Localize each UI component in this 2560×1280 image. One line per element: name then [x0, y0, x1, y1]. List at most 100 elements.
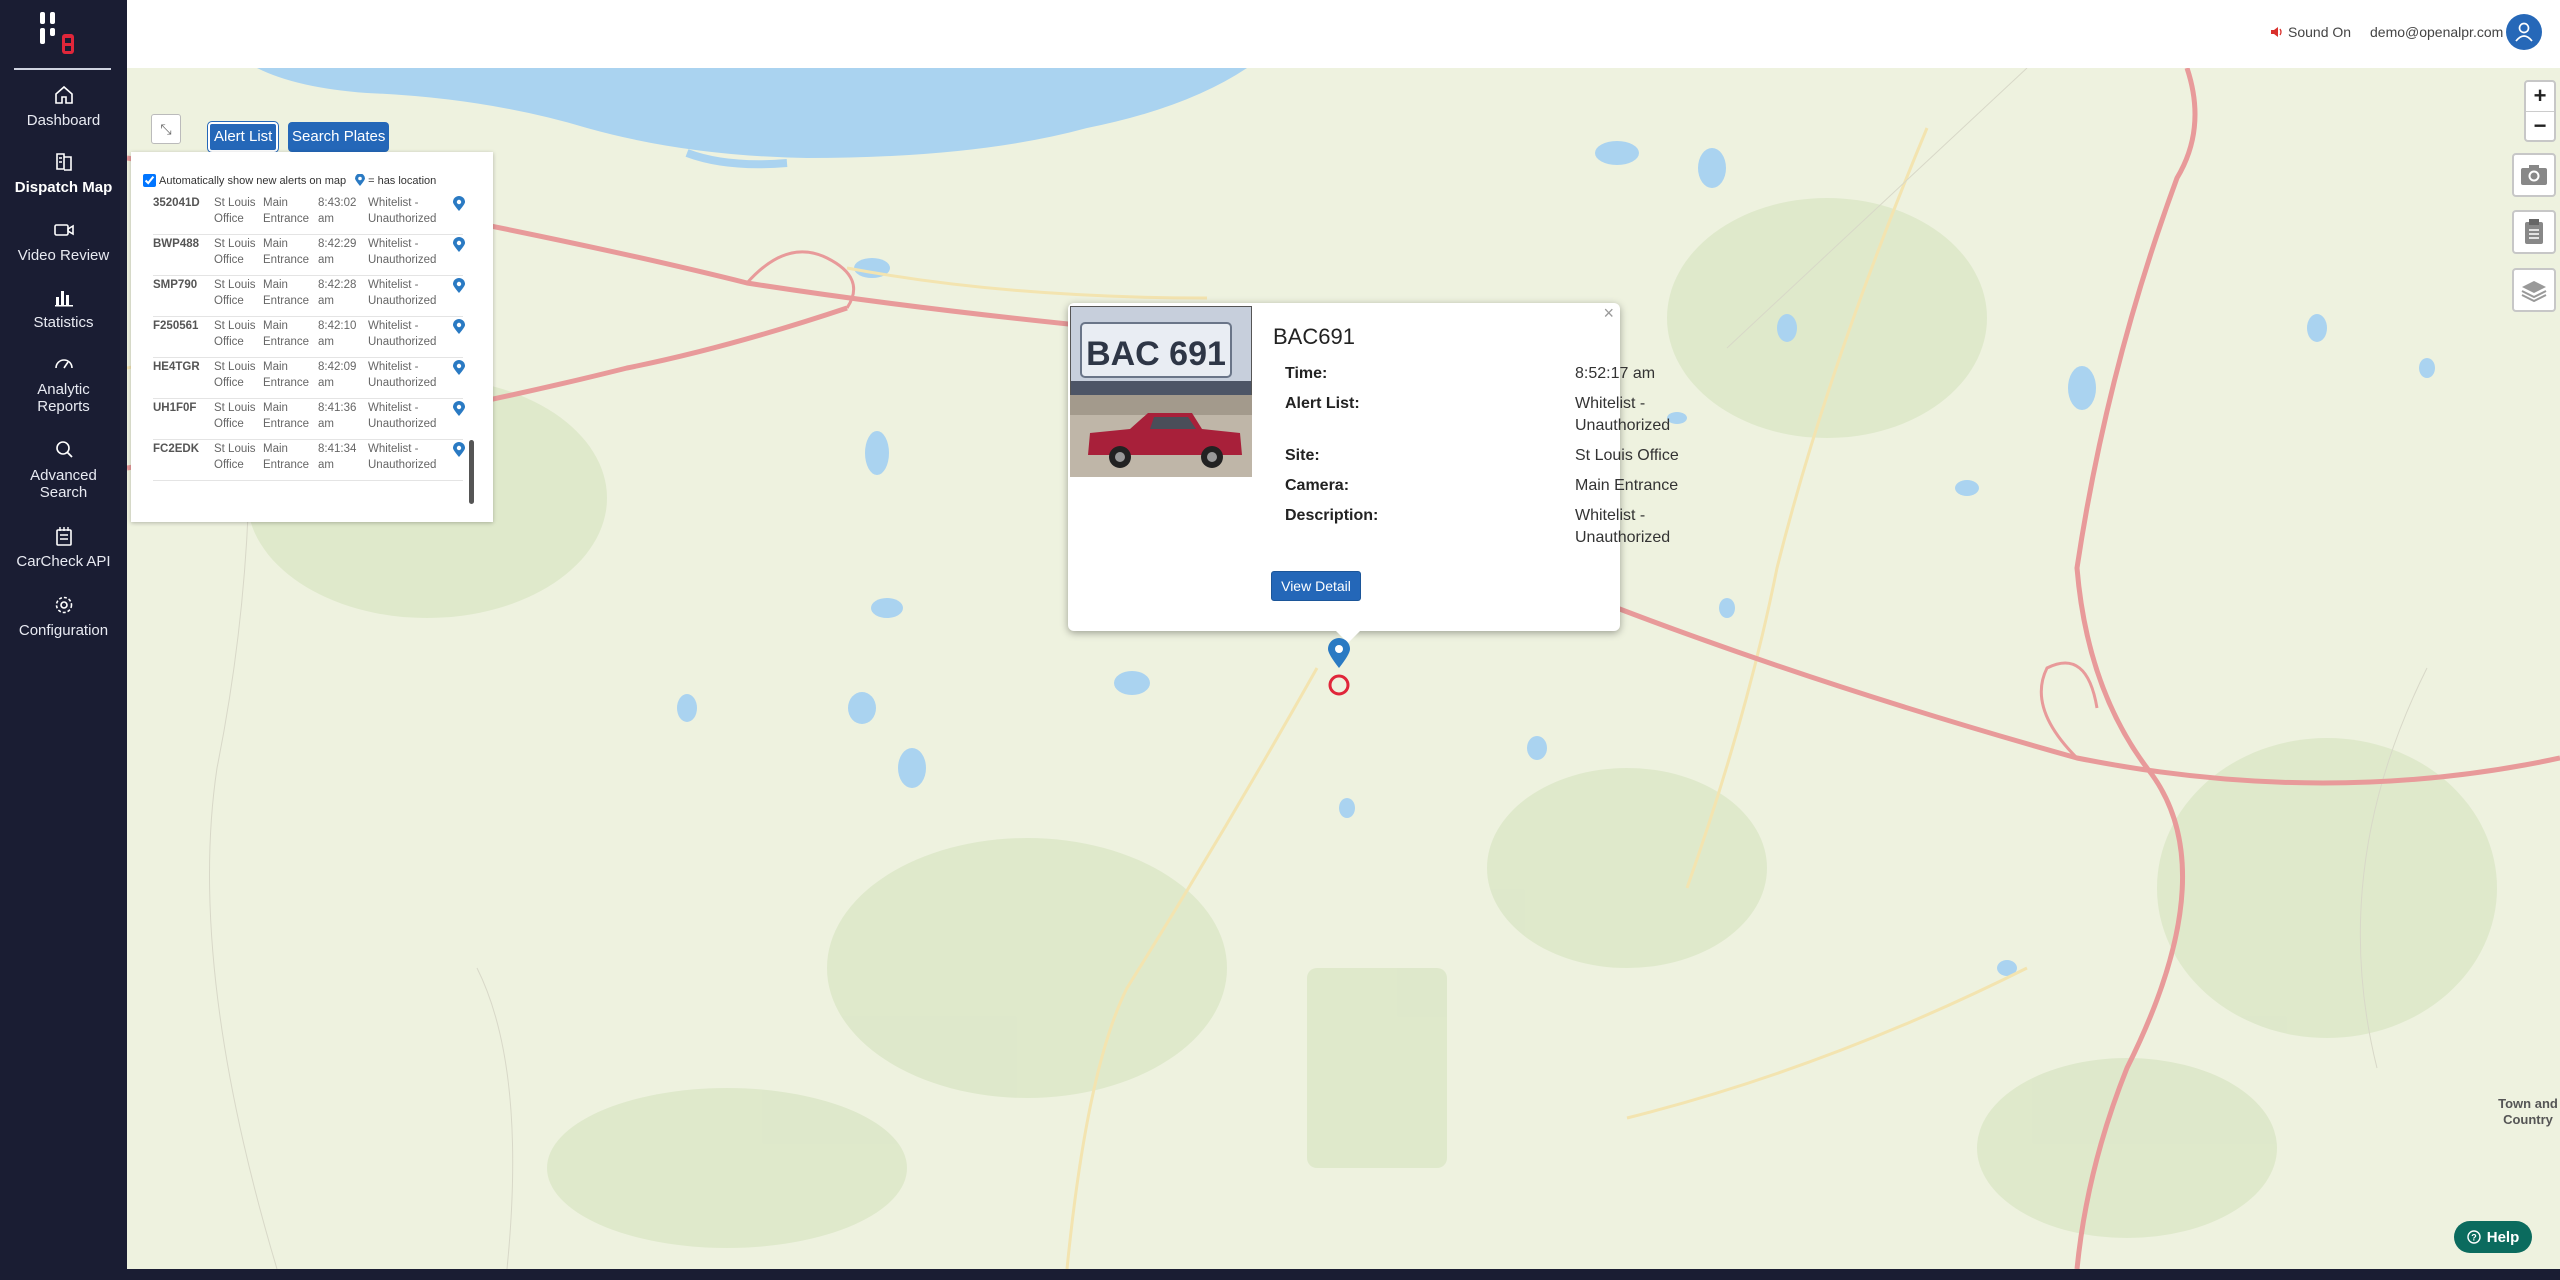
layers-button[interactable]	[2512, 268, 2556, 312]
tab-search-plates[interactable]: Search Plates	[288, 122, 390, 152]
app: Dashboard Dispatch Map Video Review Stat…	[0, 0, 2560, 1280]
alert-time: 8:41:34 am	[318, 443, 357, 471]
sidebar-item-advanced-search[interactable]: Advanced Search	[0, 439, 127, 501]
alert-list-name: Whitelist - Unauthorized	[368, 402, 437, 430]
help-button[interactable]: ? Help	[2454, 1221, 2532, 1253]
alert-list-name: Whitelist - Unauthorized	[368, 443, 437, 471]
alert-list-name: Whitelist - Unauthorized	[368, 279, 437, 307]
sidebar-item-analytic-reports[interactable]: Analytic Reports	[0, 353, 127, 415]
alert-list-item[interactable]: SMP790 St Louis Office Main Entrance 8:42:2…	[153, 276, 465, 317]
alert-plate: F250561	[153, 320, 199, 332]
vehicle-image	[1070, 395, 1252, 477]
location-pin-icon[interactable]	[453, 401, 465, 422]
alert-plate: SMP790	[153, 279, 198, 291]
alert-time: 8:42:29 am	[318, 238, 357, 266]
location-pin-icon[interactable]	[453, 278, 465, 299]
map-place-label: Town and Country	[2498, 1096, 2558, 1127]
plate-crop-text: BAC 691	[1086, 335, 1226, 373]
alert-plate: UH1F0F	[153, 402, 197, 414]
alert-list-name: Whitelist - Unauthorized	[368, 361, 437, 389]
location-pin-icon[interactable]	[453, 360, 465, 381]
auto-show-checkbox[interactable]	[143, 174, 156, 187]
sidebar-divider	[14, 68, 111, 70]
sidebar-item-label: Dashboard	[26, 112, 101, 129]
alert-camera: Main Entrance	[263, 443, 310, 471]
alert-detail-popup: × BAC 691 BAC691 Time: 8:52:17 am Alert …	[1068, 303, 1679, 643]
alert-site: St Louis Office	[214, 279, 256, 307]
report-layer-button[interactable]	[2512, 210, 2556, 254]
sidebar-item-label: Analytic Reports	[37, 381, 90, 415]
alert-camera: Main Entrance	[263, 197, 310, 225]
alert-site: St Louis Office	[214, 238, 256, 266]
time-value: 8:52:17 am	[1575, 365, 1656, 382]
svg-text:?: ?	[2471, 1233, 2477, 1243]
time-label: Time:	[1285, 365, 1328, 382]
map-icon	[55, 153, 72, 171]
auto-show-label: Automatically show new alerts on map	[159, 174, 347, 187]
alert-list-value: Whitelist - Unauthorized	[1575, 395, 1671, 434]
alert-list-name: Whitelist - Unauthorized	[368, 238, 437, 266]
alert-plate: HE4TGR	[153, 361, 200, 373]
user-email: demo@openalpr.com	[2370, 24, 2504, 40]
alert-list-item[interactable]: HE4TGR St Louis Office Main Entrance 8:42:0…	[153, 358, 465, 399]
zoom-control: + −	[2524, 80, 2556, 142]
has-location-label: = has location	[368, 174, 437, 187]
plate-crop-image: BAC 691	[1070, 306, 1252, 396]
alert-site: St Louis Office	[214, 361, 256, 389]
close-popup-button[interactable]: ×	[1603, 303, 1614, 324]
alert-site: St Louis Office	[214, 443, 256, 471]
location-pin-icon	[355, 174, 366, 186]
openalpr-logo[interactable]	[36, 10, 88, 56]
home-icon	[54, 85, 73, 104]
alert-list-item[interactable]: BWP488 St Louis Office Main Entrance 8:42:2…	[153, 235, 465, 276]
location-pin-icon[interactable]	[453, 196, 465, 217]
view-detail-button[interactable]: View Detail	[1271, 571, 1361, 601]
alert-site: St Louis Office	[214, 197, 256, 225]
tab-alert-list[interactable]: Alert List	[208, 122, 279, 152]
alert-time: 8:43:02 am	[318, 197, 357, 225]
sidebar-item-dispatch-map[interactable]: Dispatch Map	[0, 151, 127, 196]
speaker-icon	[2271, 27, 2282, 37]
zoom-in-button[interactable]: +	[2526, 82, 2554, 111]
alert-camera: Main Entrance	[263, 279, 310, 307]
video-icon	[53, 224, 74, 236]
sidebar-item-label: Advanced Search	[30, 467, 97, 501]
sidebar-item-dashboard[interactable]: Dashboard	[0, 84, 127, 129]
user-icon	[2515, 22, 2533, 42]
alert-plate: 352041D	[153, 197, 200, 209]
alert-time: 8:42:28 am	[318, 279, 357, 307]
alert-list-name: Whitelist - Unauthorized	[368, 197, 437, 225]
alert-list-item[interactable]: FC2EDK St Louis Office Main Entrance 8:41:3…	[153, 440, 465, 481]
alert-location-marker[interactable]	[1324, 638, 1354, 696]
help-icon: ?	[2467, 1230, 2481, 1244]
alert-list-label: Alert List:	[1285, 395, 1360, 412]
location-pin-icon[interactable]	[453, 319, 465, 340]
gear-icon	[55, 596, 72, 614]
sidebar-item-configuration[interactable]: Configuration	[0, 594, 127, 639]
camera-layer-button[interactable]	[2512, 153, 2556, 197]
description-value: Whitelist - Unauthorized	[1575, 507, 1671, 546]
dispatch-map[interactable]: Town and Country + − ⤡ Alert List Search…	[127, 68, 2560, 1269]
sidebar-item-video-review[interactable]: Video Review	[0, 219, 127, 264]
alert-time: 8:42:09 am	[318, 361, 357, 389]
camera-label: Camera:	[1285, 477, 1350, 494]
location-pin-icon[interactable]	[453, 237, 465, 258]
alert-list-scrollbar[interactable]	[469, 440, 474, 504]
sidebar-item-statistics[interactable]: Statistics	[0, 286, 127, 331]
alert-list-item[interactable]: F250561 St Louis Office Main Entrance 8:42:…	[153, 317, 465, 358]
zoom-out-button[interactable]: −	[2526, 111, 2554, 140]
alert-list-item[interactable]: 352041D St Louis Office Main Entrance 8:43:…	[153, 194, 465, 235]
layers-icon	[2521, 281, 2547, 302]
site-label: Site:	[1285, 447, 1320, 464]
alert-plate: BWP488	[153, 238, 200, 250]
auto-show-row: Automatically show new alerts on map = h…	[143, 174, 436, 187]
alert-list-item[interactable]: UH1F0F St Louis Office Main Entrance 8:41:3…	[153, 399, 465, 440]
sidebar-item-label: CarCheck API	[16, 553, 111, 570]
alert-time: 8:41:36 am	[318, 402, 357, 430]
location-pin-icon[interactable]	[453, 442, 465, 463]
sidebar-item-carcheck-api[interactable]: CarCheck API	[0, 525, 127, 570]
collapse-panel-button[interactable]: ⤡	[151, 114, 181, 144]
alert-camera: Main Entrance	[263, 402, 310, 430]
sound-toggle[interactable]: Sound On	[2270, 24, 2351, 40]
user-avatar[interactable]	[2506, 14, 2542, 50]
